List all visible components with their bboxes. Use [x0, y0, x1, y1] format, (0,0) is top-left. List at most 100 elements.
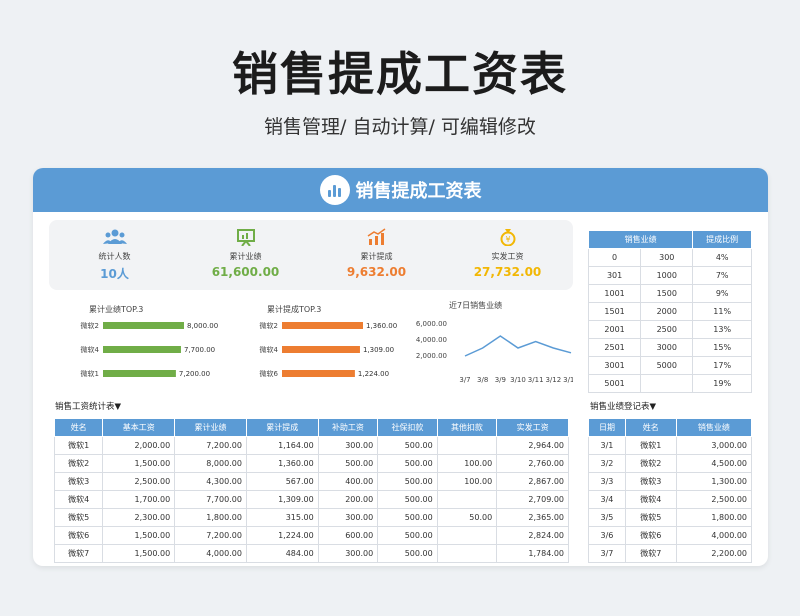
table-cell: 567.00	[245, 472, 319, 491]
table-row: 1001 1500 9%	[587, 284, 752, 303]
table-cell: 3/6	[588, 526, 626, 545]
table-cell: 500.00	[377, 526, 438, 545]
table-cell: 微软7	[53, 544, 104, 563]
table-cell: 500.00	[377, 454, 438, 473]
category-label: 微软4	[260, 345, 279, 354]
category-label: 微软1	[81, 369, 99, 378]
table-cell: 1,500.00	[102, 544, 176, 563]
y-tick-label: 2,000.00	[416, 352, 447, 360]
table-cell: 1501	[587, 302, 642, 321]
table-cell: 2,000.00	[102, 436, 176, 455]
table-cell	[640, 374, 694, 393]
table-cell: 1,309.00	[245, 490, 319, 509]
x-tick-label: 3/8	[477, 376, 488, 384]
table-row: 2501 3000 15%	[587, 338, 752, 357]
table-cell: 4,000.00	[675, 526, 753, 545]
column-header: 累计业绩	[174, 418, 247, 437]
table-cell: 2,867.00	[496, 472, 569, 491]
table-cell: 4,500.00	[675, 454, 753, 473]
table-cell: 2,365.00	[496, 508, 569, 527]
column-header: 姓名	[53, 418, 104, 437]
table-row: 微软1 2,000.00 7,200.00 1,164.00 300.00 500.00 2…	[53, 436, 569, 455]
table-cell: 301	[587, 266, 642, 285]
kpi-total-commission-label: 累计提成	[360, 252, 393, 261]
kpi-net-salary-value: 27,732.00	[473, 265, 542, 279]
category-label: 微软2	[81, 321, 99, 330]
rate-header-sales: 销售业绩	[587, 230, 694, 249]
table-cell: 15%	[692, 338, 752, 357]
table-row: 5001 19%	[587, 374, 752, 393]
table-cell: 3000	[640, 338, 694, 357]
table-row: 3/6 微软6 4,000.00	[588, 526, 753, 545]
table-cell: 微软4	[53, 490, 104, 509]
table-cell: 4,300.00	[174, 472, 247, 491]
table-cell: 1500	[640, 284, 694, 303]
table-cell: 400.00	[317, 472, 379, 491]
column-header: 补助工资	[317, 418, 379, 437]
table-cell: 7,200.00	[174, 526, 247, 545]
table-cell: 2,500.00	[675, 490, 753, 509]
table-cell: 1000	[640, 266, 694, 285]
table-cell: 11%	[692, 302, 752, 321]
y-tick-label: 4,000.00	[416, 336, 447, 344]
table-cell: 2001	[587, 320, 642, 339]
table-cell: 600.00	[317, 526, 379, 545]
x-tick-label: 3/13	[563, 376, 573, 384]
table-cell: 1,800.00	[174, 508, 247, 527]
table-cell: 7%	[692, 266, 752, 285]
kpi-total-sales-value: 61,600.00	[211, 265, 280, 279]
table-cell: 微软1	[624, 436, 677, 455]
table-cell: 200.00	[317, 490, 379, 509]
table-cell: 7,700.00	[174, 490, 247, 509]
table-cell: 微软6	[53, 526, 104, 545]
x-tick-label: 3/11	[528, 376, 544, 384]
column-header: 日期	[588, 418, 626, 437]
table-row: 微软5 2,300.00 1,800.00 315.00 300.00 500.00 50.…	[53, 508, 569, 527]
table-cell: 1,224.00	[245, 526, 319, 545]
table-cell: 2,760.00	[496, 454, 569, 473]
bar	[103, 370, 176, 377]
salary-table-title: 销售工资统计表▼	[55, 402, 122, 412]
table-cell: 2,200.00	[675, 544, 753, 563]
kpi-headcount-value: 10人	[100, 267, 129, 281]
table-cell: 2,964.00	[496, 436, 569, 455]
table-cell: 微软6	[624, 526, 677, 545]
table-row: 2001 2500 13%	[587, 320, 752, 339]
table-row: 3/1 微软1 3,000.00	[588, 436, 753, 455]
table-row: 1501 2000 11%	[587, 302, 752, 321]
table-cell: 微软7	[624, 544, 677, 563]
table-cell: 19%	[692, 374, 752, 393]
table-cell: 微软1	[53, 436, 104, 455]
table-cell	[436, 436, 498, 455]
column-header: 销售业绩	[675, 418, 753, 437]
kpi-panel: 统计人数 10人 累计业绩 61,600.00 累计提成 9,632.00 ¥ …	[49, 220, 573, 290]
table-row: 微软4 1,700.00 7,700.00 1,309.00 200.00 500.00 2…	[53, 490, 569, 509]
table-cell: 2,500.00	[102, 472, 176, 491]
table-cell: 微软3	[624, 472, 677, 491]
table-cell: 微软2	[53, 454, 104, 473]
table-cell: 2,300.00	[102, 508, 176, 527]
kpi-headcount: 统计人数 10人	[49, 220, 180, 290]
table-cell: 2,824.00	[496, 526, 569, 545]
people-icon	[102, 229, 127, 244]
growth-chart-icon	[367, 228, 385, 245]
table-cell: 1,360.00	[245, 454, 319, 473]
table-cell	[436, 490, 498, 509]
table-cell: 1,800.00	[675, 508, 753, 527]
bar	[103, 346, 181, 353]
table-cell: 1,164.00	[245, 436, 319, 455]
table-cell: 5000	[640, 356, 694, 375]
table-cell: 9%	[692, 284, 752, 303]
table-row: 0 300 4%	[587, 248, 752, 267]
column-header: 累计提成	[245, 418, 319, 437]
table-row: 3/3 微软3 1,300.00	[588, 472, 753, 491]
table-cell: 300.00	[317, 508, 379, 527]
presentation-icon	[236, 229, 255, 246]
table-cell: 0	[587, 248, 642, 267]
table-cell: 3,000.00	[675, 436, 753, 455]
table-cell: 484.00	[245, 544, 319, 563]
table-cell: 1,500.00	[102, 526, 176, 545]
column-header: 实发工资	[496, 418, 569, 437]
table-row: 3/4 微软4 2,500.00	[588, 490, 753, 509]
table-cell: 2500	[640, 320, 694, 339]
